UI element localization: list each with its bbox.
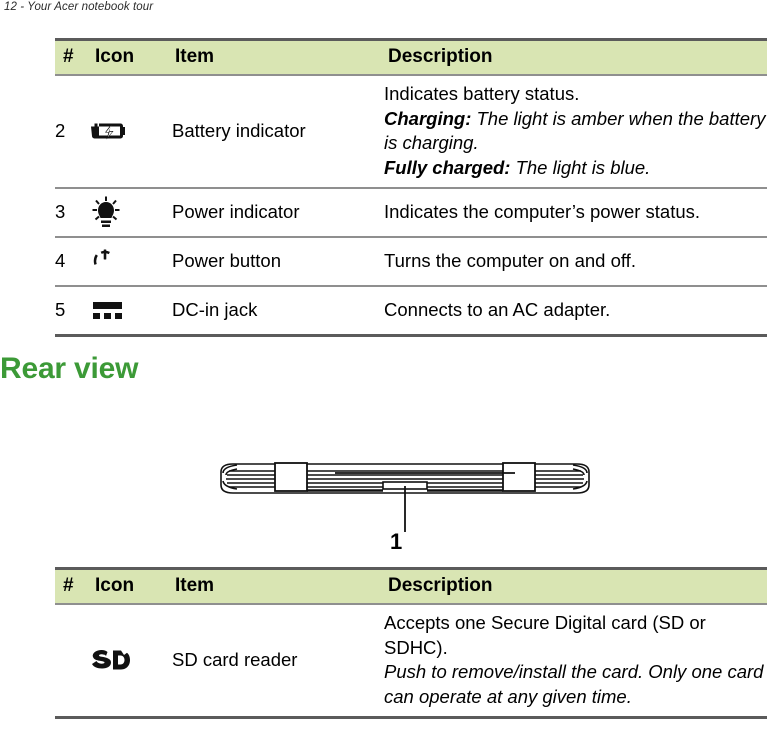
row-item-label: DC-in jack: [172, 286, 384, 338]
rear-panel-spec-table: # Icon Item Description SD card reader A…: [55, 566, 767, 720]
description-text: The light is blue.: [510, 156, 651, 178]
row-description: Indicates battery status. Charging: The …: [384, 74, 767, 190]
column-header-number: #: [55, 566, 91, 605]
row-description: Connects to an AC adapter.: [384, 286, 767, 338]
table-body: 2 Battery indicator Indicates battery st…: [55, 74, 767, 338]
table-row: 5 DC-in jack Connects to an AC adapter.: [55, 286, 767, 338]
description-lead: Fully charged:: [384, 156, 511, 178]
row-item-label: Power button: [172, 237, 384, 288]
column-header-number: #: [55, 37, 91, 76]
table-header-row: # Icon Item Description: [55, 37, 767, 76]
table-header: # Icon Item Description: [55, 37, 767, 76]
description-line: Connects to an AC adapter.: [384, 299, 611, 321]
row-number: 4: [55, 237, 91, 288]
description-line: Indicates the computer’s power status.: [384, 201, 701, 223]
column-header-description: Description: [384, 566, 767, 605]
running-page-header: 12 - Your Acer notebook tour: [4, 1, 154, 13]
sd-card-logo-icon: [91, 643, 137, 677]
column-header-item: Item: [172, 566, 384, 605]
column-header-icon: Icon: [91, 37, 172, 76]
table-row: 2 Battery indicator Indicates battery st…: [55, 74, 767, 190]
description-line: Fully charged: The light is blue.: [384, 156, 767, 181]
row-number: 2: [55, 74, 91, 190]
row-number: 5: [55, 286, 91, 338]
table-header: # Icon Item Description: [55, 566, 767, 605]
power-button-icon: [91, 244, 137, 278]
description-lead: Charging:: [384, 107, 472, 129]
description-line: Push to remove/install the card. Only on…: [384, 661, 764, 707]
table-row: 3 Power indicator Indicates the computer…: [55, 188, 767, 239]
table-body: SD card reader Accepts one Secure Digita…: [55, 603, 767, 720]
callout-label-1: 1: [390, 529, 403, 554]
page-title: Rear view: [0, 352, 139, 385]
row-number: [55, 603, 91, 720]
row-description: Turns the computer on and off.: [384, 237, 767, 288]
row-number: 3: [55, 188, 91, 239]
row-icon-cell: [91, 188, 172, 239]
battery-charging-icon: [91, 114, 137, 148]
column-header-description: Description: [384, 37, 767, 76]
dc-in-jack-icon: [91, 293, 137, 327]
table-header-row: # Icon Item Description: [55, 566, 767, 605]
description-line: Charging: The light is amber when the ba…: [384, 107, 767, 156]
description-line: Indicates battery status.: [384, 82, 580, 104]
table-row: SD card reader Accepts one Secure Digita…: [55, 603, 767, 720]
column-header-icon: Icon: [91, 566, 172, 605]
row-icon-cell: [91, 74, 172, 190]
row-item-label: Battery indicator: [172, 74, 384, 190]
table-row: 4 Power button Turns the computer on and…: [55, 237, 767, 288]
column-header-item: Item: [172, 37, 384, 76]
power-indicator-lamp-icon: [91, 195, 137, 229]
row-icon-cell: [91, 286, 172, 338]
row-icon-cell: [91, 603, 172, 720]
description-line: Turns the computer on and off.: [384, 250, 636, 272]
row-icon-cell: [91, 237, 172, 288]
row-item-label: SD card reader: [172, 603, 384, 720]
row-description: Indicates the computer’s power status.: [384, 188, 767, 239]
description-line: Accepts one Secure Digital card (SD or S…: [384, 611, 706, 658]
front-panel-spec-table: # Icon Item Description 2 Battery indica…: [55, 37, 767, 338]
row-item-label: Power indicator: [172, 188, 384, 239]
row-description: Accepts one Secure Digital card (SD or S…: [384, 603, 767, 720]
laptop-rear-view-illustration: 1: [215, 450, 595, 554]
